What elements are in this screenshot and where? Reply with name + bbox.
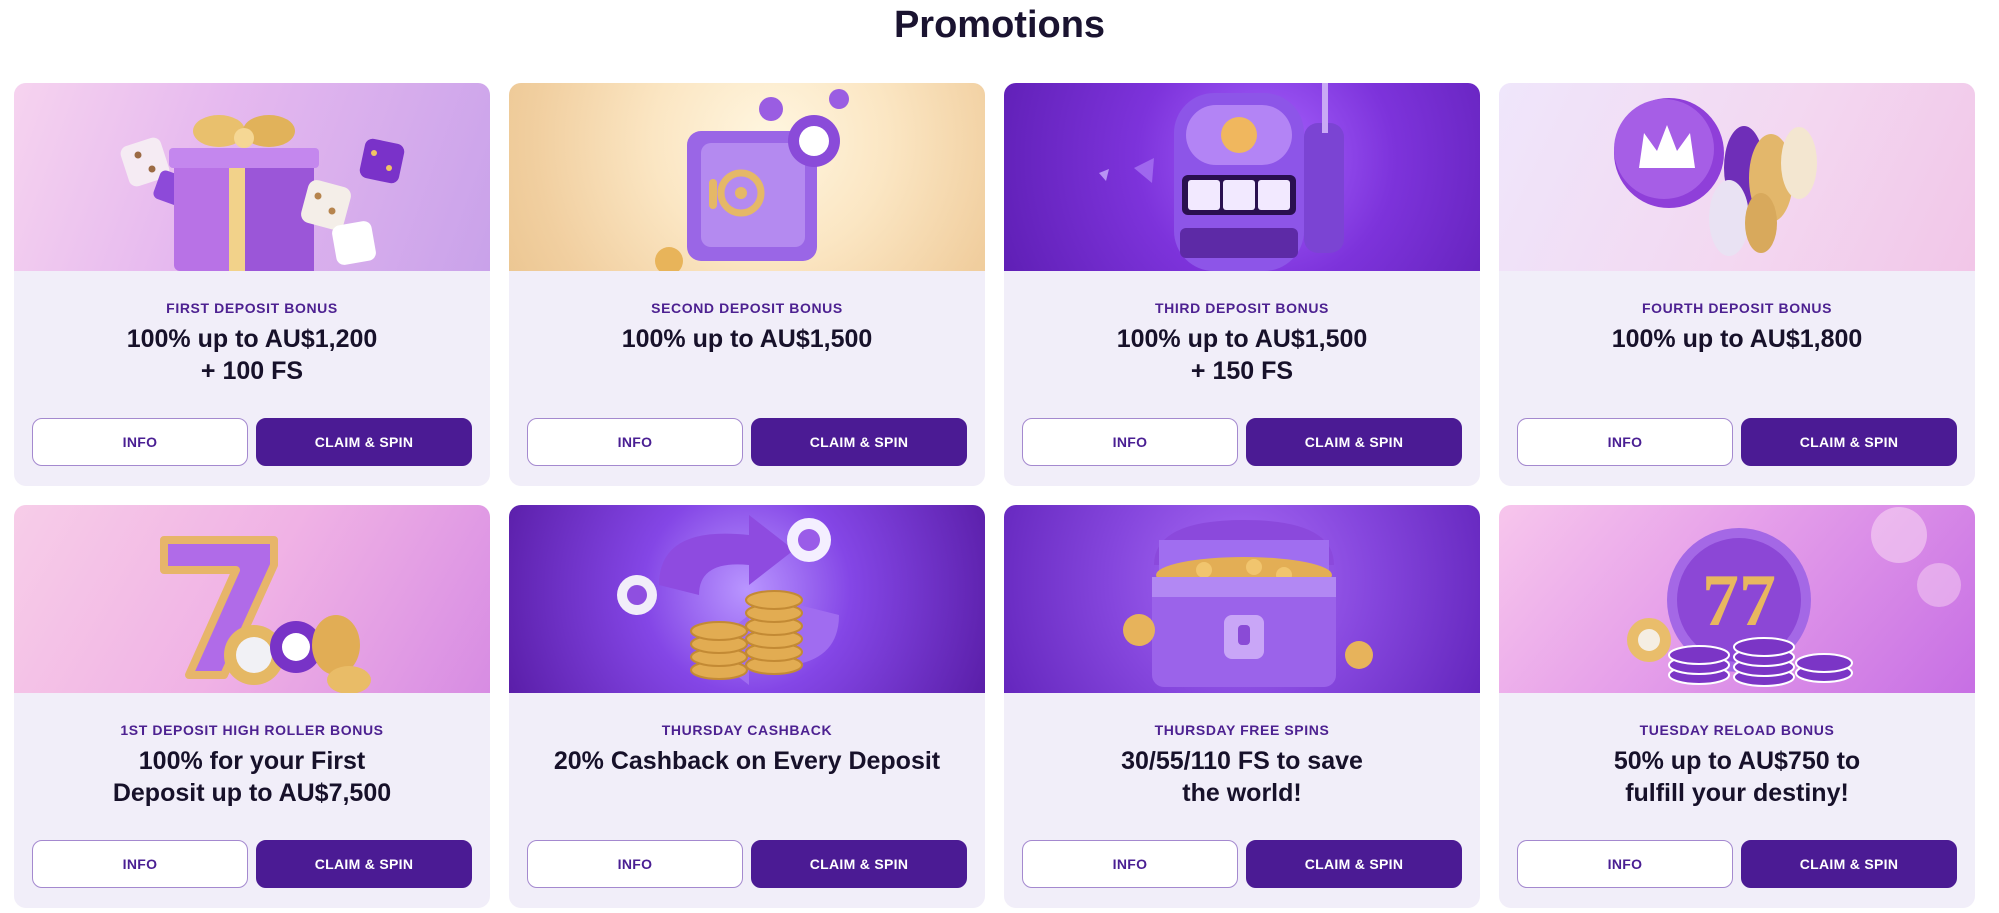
claim-and-spin-button[interactable]: CLAIM & SPIN: [1741, 840, 1957, 888]
crown-token-with-chips-image: [1499, 83, 1975, 271]
promo-card-second-deposit: SECOND DEPOSIT BONUS 100% up to AU$1,500…: [509, 83, 985, 486]
promo-headline: 100% up to AU$1,800: [1519, 323, 1955, 355]
promo-card-first-deposit: FIRST DEPOSIT BONUS 100% up to AU$1,200 …: [14, 83, 490, 486]
claim-and-spin-button[interactable]: CLAIM & SPIN: [256, 840, 472, 888]
promo-headline: 100% up to AU$1,200 + 100 FS: [34, 323, 470, 387]
info-button[interactable]: INFO: [1517, 840, 1733, 888]
treasure-chest-of-coins-image: [1004, 505, 1480, 693]
promo-eyebrow: THURSDAY FREE SPINS: [1154, 722, 1330, 738]
promo-actions: INFO CLAIM & SPIN: [32, 840, 472, 888]
promo-headline-line-1: 100% up to AU$1,200: [126, 325, 378, 353]
coin-stack-cashback-arrows-image: [509, 505, 985, 693]
promo-card-body: TUESDAY RELOAD BONUS 50% up to AU$750 to…: [1499, 693, 1975, 908]
promo-headline: 100% up to AU$1,500: [529, 323, 965, 355]
promo-actions: INFO CLAIM & SPIN: [32, 418, 472, 466]
slot-machine-image: [1004, 83, 1480, 271]
promo-eyebrow: THURSDAY CASHBACK: [661, 722, 833, 738]
promo-headline-line-1: 100% for your First: [138, 747, 366, 775]
promo-actions: INFO CLAIM & SPIN: [527, 840, 967, 888]
promo-eyebrow: THIRD DEPOSIT BONUS: [1155, 300, 1329, 316]
promo-headline: 30/55/110 FS to save the world!: [1024, 745, 1460, 809]
info-button[interactable]: INFO: [1022, 840, 1238, 888]
claim-and-spin-button[interactable]: CLAIM & SPIN: [1741, 418, 1957, 466]
promo-headline: 100% for your First Deposit up to AU$7,5…: [34, 745, 470, 809]
promo-actions: INFO CLAIM & SPIN: [1517, 840, 1957, 888]
claim-and-spin-button[interactable]: CLAIM & SPIN: [751, 840, 967, 888]
promo-actions: INFO CLAIM & SPIN: [1022, 418, 1462, 466]
claim-and-spin-button[interactable]: CLAIM & SPIN: [1246, 840, 1462, 888]
promotions-grid: FIRST DEPOSIT BONUS 100% up to AU$1,200 …: [14, 83, 1977, 908]
promo-headline-line-1: 30/55/110 FS to save: [1121, 747, 1363, 775]
promo-card-body: FOURTH DEPOSIT BONUS 100% up to AU$1,800…: [1499, 271, 1975, 486]
purple-safe-with-chips-image: [509, 83, 985, 271]
promo-headline-line-1: 100% up to AU$1,800: [1611, 325, 1863, 353]
claim-and-spin-button[interactable]: CLAIM & SPIN: [1246, 418, 1462, 466]
promo-eyebrow: FOURTH DEPOSIT BONUS: [1641, 300, 1833, 316]
promo-headline-line-2: Deposit up to AU$7,500: [112, 779, 392, 807]
promo-actions: INFO CLAIM & SPIN: [527, 418, 967, 466]
lucky-seven-with-chips-image: [14, 505, 490, 693]
promo-card-tuesday-reload: 77 TUESDAY RELOAD BONUS 50% up to AU$750…: [1499, 505, 1975, 908]
promo-actions: INFO CLAIM & SPIN: [1022, 840, 1462, 888]
promo-card-fourth-deposit: FOURTH DEPOSIT BONUS 100% up to AU$1,800…: [1499, 83, 1975, 486]
promo-card-body: THURSDAY FREE SPINS 30/55/110 FS to save…: [1004, 693, 1480, 908]
info-button[interactable]: INFO: [527, 418, 743, 466]
info-button[interactable]: INFO: [32, 418, 248, 466]
info-button[interactable]: INFO: [527, 840, 743, 888]
promo-card-high-roller: 1ST DEPOSIT HIGH ROLLER BONUS 100% for y…: [14, 505, 490, 908]
promo-headline-line-1: 100% up to AU$1,500: [1116, 325, 1368, 353]
claim-and-spin-button[interactable]: CLAIM & SPIN: [751, 418, 967, 466]
promo-eyebrow: 1ST DEPOSIT HIGH ROLLER BONUS: [120, 722, 384, 738]
promo-actions: INFO CLAIM & SPIN: [1517, 418, 1957, 466]
promo-headline: 20% Cashback on Every Deposit: [529, 745, 965, 777]
promo-headline-line-1: 50% up to AU$750 to: [1613, 747, 1861, 775]
page-title: Promotions: [893, 4, 1106, 46]
promo-card-body: THURSDAY CASHBACK 20% Cashback on Every …: [509, 693, 985, 908]
svg-text:77: 77: [1702, 560, 1776, 642]
promo-eyebrow: SECOND DEPOSIT BONUS: [651, 300, 843, 316]
promo-card-body: SECOND DEPOSIT BONUS 100% up to AU$1,500…: [509, 271, 985, 486]
promo-headline-line-2: fulfill your destiny!: [1625, 779, 1849, 807]
promo-headline-line-1: 20% Cashback on Every Deposit: [553, 747, 941, 775]
promo-headline: 100% up to AU$1,500 + 150 FS: [1024, 323, 1460, 387]
promo-headline-line-1: 100% up to AU$1,500: [621, 325, 873, 353]
promo-card-body: 1ST DEPOSIT HIGH ROLLER BONUS 100% for y…: [14, 693, 490, 908]
info-button[interactable]: INFO: [32, 840, 248, 888]
info-button[interactable]: INFO: [1517, 418, 1733, 466]
promo-headline-line-2: the world!: [1182, 779, 1302, 807]
promo-card-body: FIRST DEPOSIT BONUS 100% up to AU$1,200 …: [14, 271, 490, 486]
promo-headline-line-2: + 150 FS: [1190, 357, 1294, 385]
triple-seven-with-chip-stacks-image: 77: [1499, 505, 1975, 693]
promo-headline-line-2: + 100 FS: [200, 357, 304, 385]
promo-card-thursday-free-spins: THURSDAY FREE SPINS 30/55/110 FS to save…: [1004, 505, 1480, 908]
promo-card-third-deposit: THIRD DEPOSIT BONUS 100% up to AU$1,500 …: [1004, 83, 1480, 486]
claim-and-spin-button[interactable]: CLAIM & SPIN: [256, 418, 472, 466]
promo-card-body: THIRD DEPOSIT BONUS 100% up to AU$1,500 …: [1004, 271, 1480, 486]
promo-eyebrow: FIRST DEPOSIT BONUS: [166, 300, 338, 316]
promo-card-thursday-cashback: THURSDAY CASHBACK 20% Cashback on Every …: [509, 505, 985, 908]
gift-box-with-dice-image: [14, 83, 490, 271]
promo-eyebrow: TUESDAY RELOAD BONUS: [1639, 722, 1835, 738]
info-button[interactable]: INFO: [1022, 418, 1238, 466]
promo-headline: 50% up to AU$750 to fulfill your destiny…: [1519, 745, 1955, 809]
